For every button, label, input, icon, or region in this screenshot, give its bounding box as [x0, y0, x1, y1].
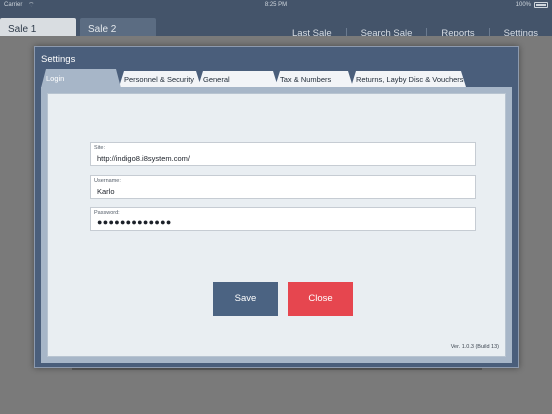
status-bar: Carrier ⌔ 8:25 PM 100%	[0, 0, 552, 10]
tab-returns-layby[interactable]: Returns, Layby Disc & Vouchers	[351, 71, 466, 87]
tab-tax-numbers[interactable]: Tax & Numbers	[275, 71, 353, 87]
tab-personnel-security[interactable]: Personnel & Security	[119, 71, 201, 87]
username-input[interactable]: Karlo	[97, 187, 115, 196]
tab-panel-frame: Site: http://indigo8.i8system.com/ Usern…	[41, 87, 512, 363]
battery-group: 100%	[516, 2, 548, 8]
version-label: Ver. 1.0.3 (Build 13)	[450, 344, 499, 350]
password-input[interactable]: ●●●●●●●●●●●●●	[97, 217, 172, 227]
battery-percent: 100%	[515, 2, 531, 8]
username-label: Username:	[94, 178, 121, 184]
site-field[interactable]: Site: http://indigo8.i8system.com/	[90, 142, 476, 166]
login-panel: Site: http://indigo8.i8system.com/ Usern…	[47, 93, 506, 357]
save-button[interactable]: Save	[213, 282, 278, 316]
site-input[interactable]: http://indigo8.i8system.com/	[97, 154, 190, 163]
clock: 8:25 PM	[264, 2, 288, 8]
tab-general[interactable]: General	[198, 71, 278, 87]
site-label: Site:	[94, 145, 106, 151]
close-button[interactable]: Close	[288, 282, 353, 316]
app-top-bar: Sale 1 Sale 2 Last Sale Search Sale Repo…	[0, 10, 552, 40]
username-field[interactable]: Username: Karlo	[90, 175, 476, 199]
password-label: Password:	[94, 210, 120, 216]
battery-icon	[534, 2, 548, 8]
tab-login[interactable]: Login	[41, 69, 121, 88]
dialog-title: Settings	[41, 54, 76, 65]
password-field[interactable]: Password: ●●●●●●●●●●●●●	[90, 207, 476, 231]
settings-dialog: Settings Personnel & Security General Ta…	[34, 46, 519, 368]
